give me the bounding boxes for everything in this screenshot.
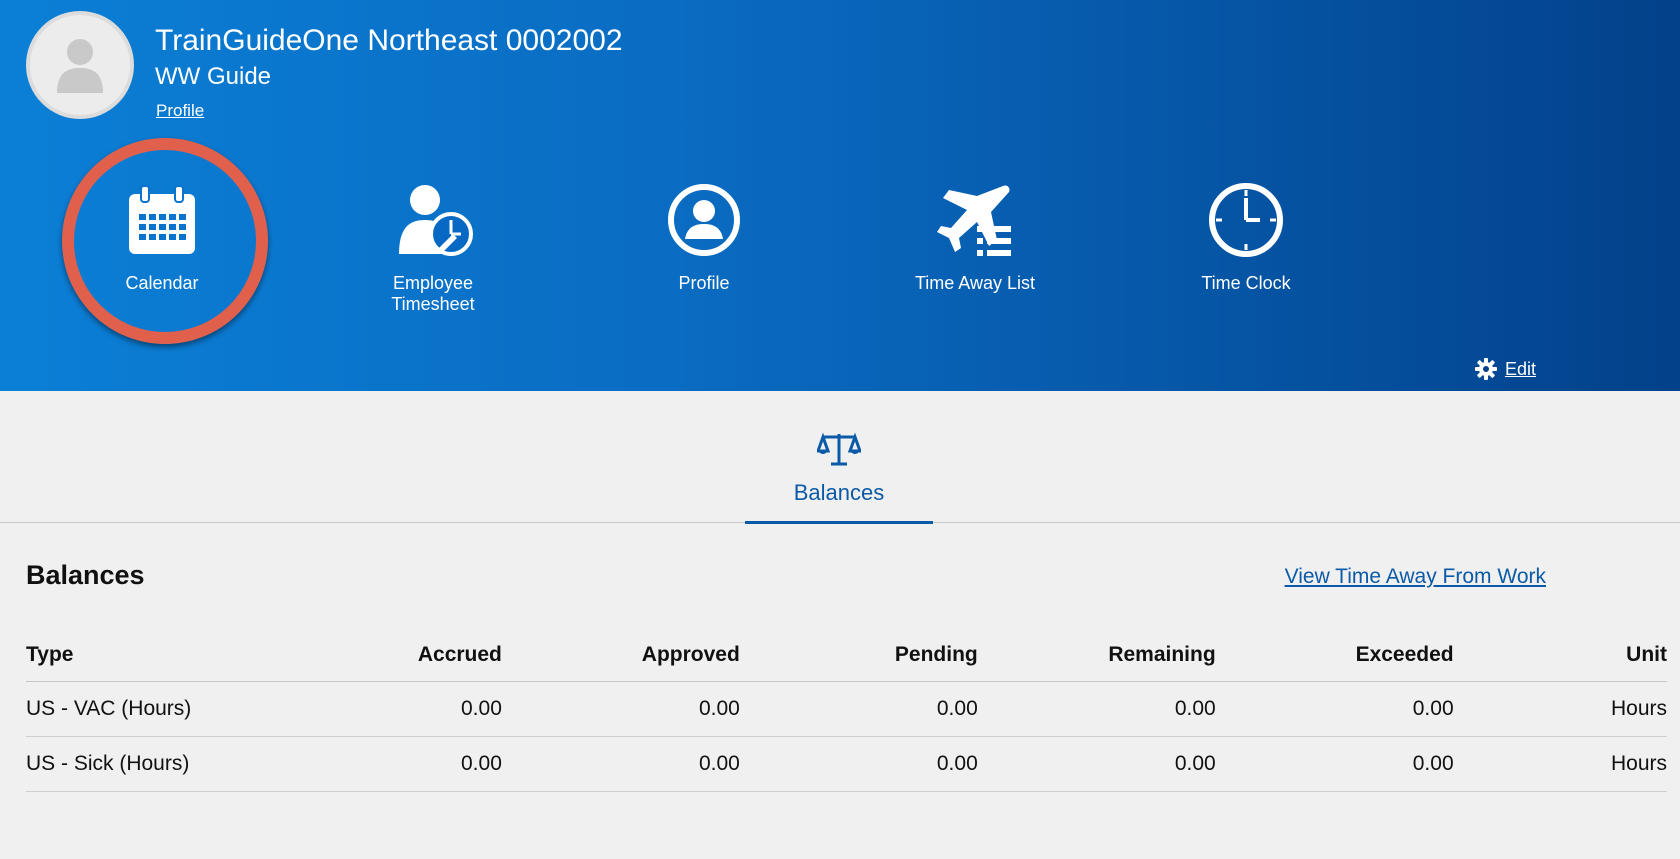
user-role: WW Guide: [155, 63, 272, 90]
cell-exceeded: 0.00: [1215, 681, 1454, 737]
avatar[interactable]: [26, 11, 134, 119]
scales-icon: [815, 432, 863, 466]
cell-unit: Hours: [1453, 681, 1667, 737]
balances-table: Type Accrued Approved Pending Remaining …: [26, 630, 1667, 792]
tile-label: Time Clock: [1201, 273, 1291, 293]
table-row: US - Sick (Hours) 0.00 0.00 0.00 0.00 0.…: [26, 736, 1667, 792]
table-row: US - VAC (Hours) 0.00 0.00 0.00 0.00 0.0…: [26, 681, 1667, 737]
tile-label: Time Away List: [914, 273, 1036, 293]
edit-label: Edit: [1504, 358, 1536, 379]
tile-label: Profile: [678, 273, 730, 293]
tile-label: Employee Timesheet: [391, 273, 475, 314]
cell-pending: 0.00: [739, 681, 978, 737]
tab-label: Balances: [793, 480, 885, 505]
view-time-away-link[interactable]: View Time Away From Work: [1285, 565, 1546, 589]
highlight-ring: [62, 138, 268, 344]
edit-button[interactable]: Edit: [1474, 358, 1536, 380]
cell-approved: 0.00: [501, 736, 740, 792]
col-remaining: Remaining: [977, 630, 1216, 682]
col-type: Type: [26, 630, 256, 682]
clock-icon: [1209, 183, 1283, 257]
user-circle-icon: [668, 184, 740, 256]
col-pending: Pending: [739, 630, 978, 682]
profile-link[interactable]: Profile: [156, 101, 204, 121]
cell-type: US - VAC (Hours): [26, 681, 256, 737]
section-title: Balances: [26, 560, 145, 590]
table-header-row: Type Accrued Approved Pending Remaining …: [26, 630, 1667, 682]
cell-exceeded: 0.00: [1215, 736, 1454, 792]
cell-accrued: 0.00: [255, 736, 502, 792]
user-name: TrainGuideOne Northeast 0002002: [155, 24, 623, 57]
col-approved: Approved: [501, 630, 740, 682]
tile-employee-timesheet[interactable]: Employee Timesheet: [333, 180, 533, 315]
cell-pending: 0.00: [739, 736, 978, 792]
tab-bar: Balances: [0, 391, 1680, 524]
tile-time-away-list[interactable]: Time Away List: [875, 180, 1075, 294]
tab-balances[interactable]: Balances: [745, 431, 933, 524]
tile-profile[interactable]: Profile: [604, 180, 804, 294]
user-placeholder-icon: [57, 39, 103, 93]
col-accrued: Accrued: [255, 630, 502, 682]
col-unit: Unit: [1453, 630, 1667, 682]
tab-active-underline: [745, 521, 933, 524]
gear-icon: [1474, 358, 1497, 380]
tile-time-clock[interactable]: Time Clock: [1146, 180, 1346, 294]
cell-approved: 0.00: [501, 681, 740, 737]
header-banner: TrainGuideOne Northeast 0002002 WW Guide…: [0, 0, 1680, 391]
cell-remaining: 0.00: [977, 736, 1216, 792]
cell-type: US - Sick (Hours): [26, 736, 256, 792]
cell-accrued: 0.00: [255, 681, 502, 737]
employee-timesheet-icon: [399, 185, 473, 256]
cell-unit: Hours: [1453, 736, 1667, 792]
airplane-list-icon: [937, 185, 1011, 256]
col-exceeded: Exceeded: [1215, 630, 1454, 682]
cell-remaining: 0.00: [977, 681, 1216, 737]
